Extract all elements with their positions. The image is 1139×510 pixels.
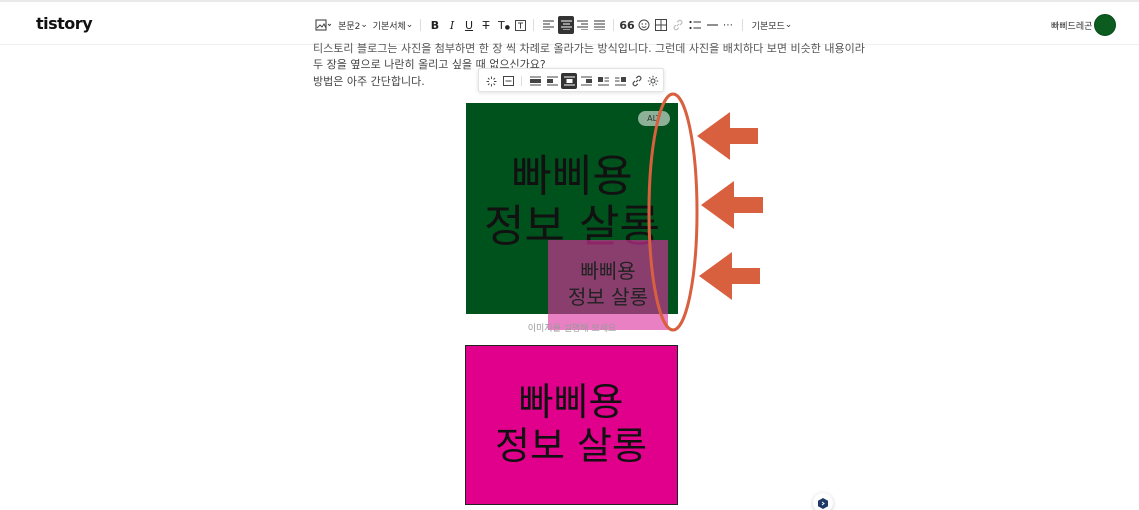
tistory-editor: tistory 본문2 ⌄ 기본서체 ⌄ B I U T T● 66 ⋯ 기본모… [0, 0, 1139, 510]
arrow-left-icon [697, 112, 758, 160]
arrow-left-icon [699, 252, 760, 300]
help-icon [818, 497, 828, 509]
arrow-left-icon [701, 181, 763, 229]
highlight-ellipse [647, 92, 699, 332]
annotation-overlay [647, 92, 763, 332]
help-button[interactable] [813, 493, 833, 510]
